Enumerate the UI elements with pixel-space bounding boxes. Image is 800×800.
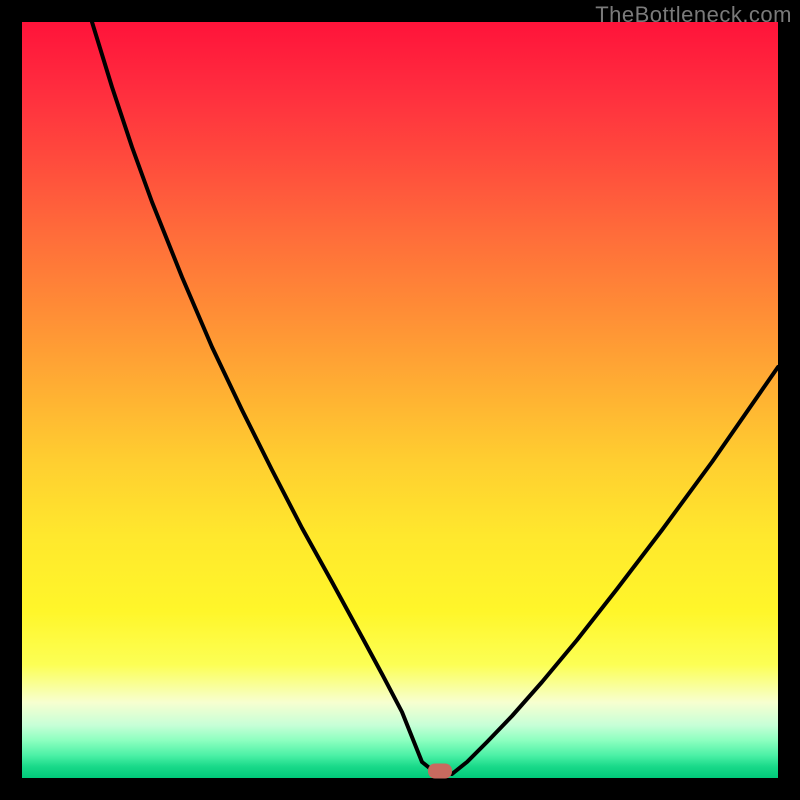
- plot-area: [22, 22, 778, 778]
- chart-frame: TheBottleneck.com: [0, 0, 800, 800]
- minimum-marker: [428, 764, 452, 779]
- bottleneck-curve: [22, 22, 778, 778]
- watermark-text: TheBottleneck.com: [595, 2, 792, 28]
